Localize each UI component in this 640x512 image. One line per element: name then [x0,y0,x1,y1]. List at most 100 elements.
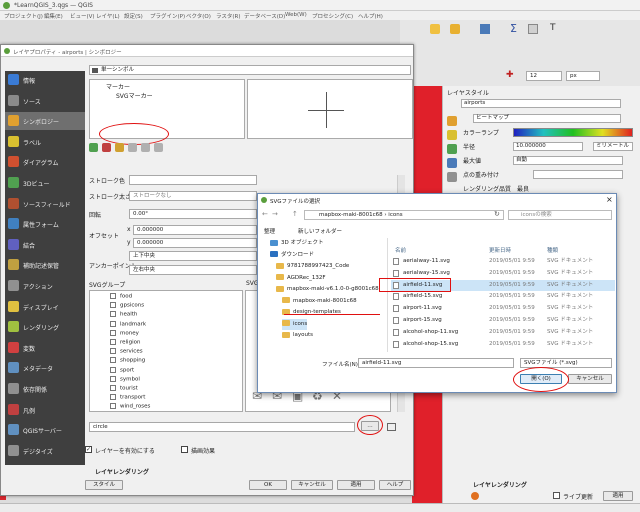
menu-database[interactable]: データベース(D) [244,12,285,20]
sidebar-item[interactable]: 3Dビュー [5,174,85,192]
svg-group-item[interactable]: sport [110,366,134,376]
open-button[interactable]: 開く(O) [520,374,562,384]
style-button[interactable]: スタイル [85,480,123,490]
file-row[interactable]: airport-11.svg 2019/05/01 9:59 SVG ドキュメント [391,303,615,314]
svg-group-item[interactable]: health [110,311,137,320]
mask-icon[interactable] [447,144,457,154]
file-row[interactable]: alcohol-shop-11.svg 2019/05/01 9:59 SVG ドキ… [391,327,615,338]
stats-icon[interactable] [528,24,538,34]
svg-group-item[interactable]: landmark [110,320,146,330]
up-icon[interactable]: ↑ [292,210,298,218]
menu-vector[interactable]: ベクタ(O) [186,12,211,20]
file-row[interactable]: airport-15.svg 2019/05/01 9:59 SVG ドキュメント [391,315,615,326]
zoom-field[interactable]: 12 [526,71,562,81]
add-layer-icon[interactable] [89,143,98,152]
move-down-icon[interactable] [154,143,163,152]
sidebar-item[interactable]: 属性フォーム [5,215,85,233]
sidebar-item[interactable]: ダイアグラム [5,153,85,171]
menu-view[interactable]: ビュー(V) [70,12,95,20]
3d-icon[interactable] [447,158,457,168]
svg-group-item[interactable]: wind_roses [110,403,150,412]
col-type[interactable]: 種類 [547,246,558,254]
menu-plugins[interactable]: プラグイン(P) [150,12,185,20]
remove-layer-icon[interactable] [102,143,111,152]
magnet-icon[interactable]: ✚ [506,70,514,80]
svg-group-item[interactable]: gpsicons [110,302,144,311]
data-defined-icon[interactable] [387,423,396,431]
svg-group-item[interactable]: religion [110,339,140,348]
ok-button[interactable]: OK [249,480,287,490]
forward-icon[interactable]: → [272,210,278,218]
lock-icon[interactable] [115,143,124,152]
sidebar-item[interactable]: デジタイズ [5,442,85,460]
help-button[interactable]: ヘルプ [379,480,411,490]
menu-raster[interactable]: ラスタ(R) [216,12,241,20]
file-row[interactable]: alcohol-shop-15.svg 2019/05/01 9:59 SVG ドキ… [391,339,615,350]
layer-render-checkbox[interactable]: ✓ [85,446,92,453]
history-icon[interactable] [447,172,457,182]
file-row[interactable]: aerialway-15.svg 2019/05/01 9:59 SVG ドキュメン… [391,268,615,279]
sidebar-item[interactable]: ソース [5,92,85,110]
browse-button[interactable]: … [361,421,379,431]
anchor-v-select[interactable]: 左右中央 [129,265,257,275]
svg-group-item[interactable]: transport [110,394,145,403]
sidebar-item[interactable]: ラベル [5,133,85,151]
menu-web[interactable]: Web(W) [285,12,307,18]
menu-help[interactable]: ヘルプ(H) [358,12,383,20]
tree-folder-item[interactable]: design-templates [282,307,341,318]
radius-input[interactable]: 10.000000 [513,142,583,151]
symbol-tree-marker[interactable]: マーカー [106,82,130,91]
live-update-checkbox[interactable] [553,492,560,499]
svg-group-item[interactable]: tourist [110,385,138,394]
renderer-select[interactable]: ヒートマップ [473,114,621,123]
weight-input[interactable] [533,170,623,179]
identify-icon[interactable] [430,24,440,34]
refresh-icon[interactable]: ↻ [494,210,500,218]
breadcrumb-1[interactable]: mapbox-maki-8001c68 [319,212,383,218]
text-annotation-icon[interactable]: T [550,23,556,33]
svg-group-list[interactable]: food gpsicons health landmark money religion s… [89,290,243,412]
svg-group-item[interactable]: food [110,293,132,302]
tree-folder-item[interactable]: 9781788997423_Code [276,261,349,272]
unit-select[interactable]: px [566,71,600,81]
sidebar-item[interactable]: 依存関係 [5,380,85,398]
menu-layer[interactable]: レイヤ(L) [96,12,120,20]
sum-icon[interactable]: Σ [510,22,517,35]
symbology-icon[interactable] [447,116,457,126]
filetype-select[interactable]: SVGファイル (*.svg) [520,358,612,368]
field-calc-icon[interactable] [480,24,490,34]
select-icon[interactable] [450,24,460,34]
file-row[interactable]: airfield-11.svg 2019/05/01 9:59 SVG ドキュメント [391,279,615,291]
sidebar-item[interactable]: 結合 [5,236,85,254]
search-input[interactable]: iconsの検索 [508,210,612,220]
max-input[interactable]: 自動 [513,156,623,165]
filename-input[interactable]: airfield-11.svg [358,358,514,368]
tree-folder-item[interactable]: icons [282,318,308,330]
stroke-color-button[interactable] [129,175,257,185]
file-cancel-button[interactable]: キャンセル [568,374,612,384]
menu-project[interactable]: プロジェクト(J) [4,12,43,20]
svg-path-input[interactable]: circle [89,422,355,432]
sidebar-item[interactable]: ディスプレイ [5,298,85,316]
renderer-combo[interactable]: 単一シンボル [89,65,411,75]
col-date[interactable]: 更新日時 [489,246,511,254]
apply-button[interactable]: 適用 [603,491,633,501]
file-row[interactable]: airfield-15.svg 2019/05/01 9:59 SVG ドキュメント [391,291,615,302]
col-name[interactable]: 名前 [395,246,406,254]
draw-effects-checkbox[interactable] [181,446,188,453]
svg-group-item[interactable]: money [110,329,139,339]
offset-y-input[interactable]: 0.000000 [133,238,257,248]
sidebar-item[interactable]: レンダリング [5,318,85,336]
layer-select[interactable]: airports [461,99,621,108]
offset-x-input[interactable]: 0.000000 [133,225,257,235]
svg-group-item[interactable]: shopping [110,357,145,366]
duplicate-icon[interactable] [128,143,137,152]
sidebar-item[interactable]: シンボロジー [5,112,85,131]
sidebar-item[interactable]: 情報 [5,71,85,89]
svg-group-item[interactable]: symbol [110,375,140,385]
undo-icon[interactable] [471,492,479,500]
menu-edit[interactable]: 編集(E) [44,12,63,20]
breadcrumb-2[interactable]: icons [388,212,402,218]
tree-folder-item[interactable]: ダウンロード [270,250,314,261]
layer-rendering-section[interactable]: レイヤレンダリング [95,467,149,476]
